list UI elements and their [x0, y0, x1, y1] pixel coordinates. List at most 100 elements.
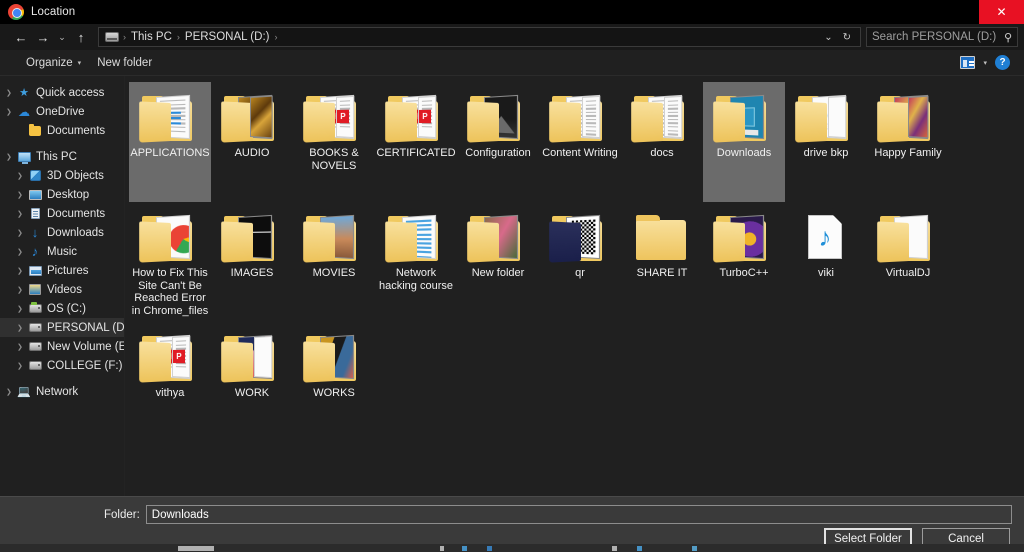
- forward-icon[interactable]: →: [32, 26, 54, 48]
- dialog-body: ❯★Quick access❯☁OneDrive Documents ❯ This P…: [0, 76, 1024, 496]
- expand-chevron-icon[interactable]: ❯: [6, 108, 17, 116]
- sidebar-item-videos[interactable]: ❯Videos: [0, 280, 124, 299]
- file-item[interactable]: Downloads: [703, 82, 785, 202]
- file-item[interactable]: Configuration: [457, 82, 539, 202]
- sidebar-item-label: Pictures: [47, 265, 89, 277]
- recent-locations-icon[interactable]: ⌄: [54, 26, 70, 48]
- expand-chevron-icon[interactable]: ❯: [17, 229, 28, 237]
- folder-icon: [220, 87, 284, 143]
- sidebar-item-personal-d[interactable]: ❯PERSONAL (D:): [0, 318, 124, 337]
- file-item[interactable]: WORK: [211, 322, 293, 442]
- expand-chevron-icon[interactable]: ❯: [17, 343, 28, 351]
- new-folder-button[interactable]: New folder: [89, 57, 160, 69]
- file-item[interactable]: MOVIES: [293, 202, 375, 322]
- sidebar-item-onedrive[interactable]: ❯☁OneDrive: [0, 102, 124, 121]
- search-input[interactable]: Search PERSONAL (D:) ⚲: [866, 27, 1018, 47]
- back-icon[interactable]: ←: [10, 26, 32, 48]
- breadcrumb-personal-d[interactable]: PERSONAL (D:): [181, 31, 274, 43]
- file-item[interactable]: TurboC++: [703, 202, 785, 322]
- file-item[interactable]: WORKS: [293, 322, 375, 442]
- folder-icon: ♪mp3: [794, 87, 858, 143]
- expand-chevron-icon[interactable]: ❯: [17, 305, 28, 313]
- refresh-icon[interactable]: ↻: [838, 32, 856, 43]
- sidebar-item-documents[interactable]: Documents: [0, 121, 124, 140]
- file-item[interactable]: PDFPBOOKS & NOVELS: [293, 82, 375, 202]
- file-item-label: Network hacking course: [376, 267, 456, 292]
- sidebar-item-this-pc[interactable]: ❯ This PC: [0, 147, 124, 166]
- expand-chevron-icon[interactable]: ❯: [17, 286, 28, 294]
- folder-icon: [876, 87, 940, 143]
- file-item[interactable]: Network hacking course: [375, 202, 457, 322]
- dialog-footer: Folder: Downloads Select Folder Cancel: [0, 496, 1024, 552]
- expand-chevron-icon[interactable]: ❯: [6, 89, 17, 97]
- file-item[interactable]: VirtualDJ: [867, 202, 949, 322]
- sidebar-item-college-f[interactable]: ❯COLLEGE (F:): [0, 356, 124, 375]
- sidebar-item-network[interactable]: ❯💻Network: [0, 382, 124, 401]
- sidebar-item-os-c[interactable]: ❯ OS (C:): [0, 299, 124, 318]
- sidebar-item-label: Documents: [47, 125, 105, 137]
- sidebar-item-label: Network: [36, 386, 78, 398]
- help-icon[interactable]: ?: [995, 55, 1010, 70]
- sidebar-item-pictures[interactable]: ❯ Pictures: [0, 261, 124, 280]
- folder-icon: [466, 87, 530, 143]
- folder-icon: [302, 207, 366, 263]
- file-item[interactable]: ♪viki: [785, 202, 867, 322]
- sidebar-item-downloads[interactable]: ❯↓Downloads: [0, 223, 124, 242]
- file-item[interactable]: PDFPCERTIFICATED: [375, 82, 457, 202]
- sidebar-item-3d-objects[interactable]: ❯3D Objects: [0, 166, 124, 185]
- address-bar[interactable]: › This PC › PERSONAL (D:) › ⌄ ↻: [98, 27, 861, 47]
- file-item[interactable]: qr: [539, 202, 621, 322]
- documents-icon: [28, 207, 42, 221]
- file-item[interactable]: Happy Family: [867, 82, 949, 202]
- sidebar-item-documents[interactable]: ❯Documents: [0, 204, 124, 223]
- expand-chevron-icon[interactable]: ❯: [17, 210, 28, 218]
- sidebar-item-music[interactable]: ❯♪Music: [0, 242, 124, 261]
- folder-name-input[interactable]: Downloads: [146, 505, 1012, 524]
- sidebar-item-desktop[interactable]: ❯Desktop: [0, 185, 124, 204]
- folder-icon: [876, 207, 940, 263]
- file-item[interactable]: How to Fix This Site Can't Be Reached Er…: [129, 202, 211, 322]
- expand-chevron-icon[interactable]: ❯: [17, 191, 28, 199]
- folder-label: Folder:: [104, 509, 140, 521]
- file-item[interactable]: PDFPvithya: [129, 322, 211, 442]
- file-item[interactable]: SHARE IT: [621, 202, 703, 322]
- file-item[interactable]: AUDIO: [211, 82, 293, 202]
- title-bar: Location ✕: [0, 0, 1024, 24]
- view-chevron-down-icon[interactable]: ▾: [983, 59, 987, 67]
- file-item-label: APPLICATIONS: [130, 147, 210, 160]
- drive-icon: [28, 321, 42, 335]
- file-item-label: CERTIFICATED: [376, 147, 456, 160]
- folder-icon: [548, 87, 612, 143]
- address-dropdown-icon[interactable]: ⌄: [819, 32, 837, 43]
- expand-chevron-icon[interactable]: ❯: [6, 153, 17, 161]
- navigation-bar: ← → ⌄ ↑ › This PC › PERSONAL (D:) › ⌄ ↻ …: [0, 24, 1024, 50]
- change-view-icon[interactable]: [960, 56, 975, 69]
- file-item-label: SHARE IT: [622, 267, 702, 280]
- file-item-label: Content Writing: [540, 147, 620, 160]
- expand-chevron-icon[interactable]: ❯: [17, 362, 28, 370]
- sidebar-item-label: OS (C:): [47, 303, 86, 315]
- file-item[interactable]: IMAGES: [211, 202, 293, 322]
- sidebar-item-new-volume-e[interactable]: ❯New Volume (E:): [0, 337, 124, 356]
- expand-chevron-icon[interactable]: ❯: [17, 248, 28, 256]
- file-item-label: Happy Family: [868, 147, 948, 160]
- file-item[interactable]: docs: [621, 82, 703, 202]
- file-list-pane[interactable]: APPLICATIONSAUDIOPDFPBOOKS & NOVELSPDFPC…: [125, 76, 1024, 496]
- sidebar-item-label: This PC: [36, 151, 77, 163]
- organize-button[interactable]: Organize ▾: [18, 57, 89, 69]
- sidebar-item-label: Quick access: [36, 87, 104, 99]
- folder-icon: PDFP: [138, 327, 202, 383]
- file-item[interactable]: New folder: [457, 202, 539, 322]
- up-icon[interactable]: ↑: [70, 26, 92, 48]
- sidebar-item-quick-access[interactable]: ❯★Quick access: [0, 83, 124, 102]
- expand-chevron-icon[interactable]: ❯: [17, 172, 28, 180]
- drive-os-icon: [28, 302, 42, 316]
- expand-chevron-icon[interactable]: ❯: [17, 324, 28, 332]
- expand-chevron-icon[interactable]: ❯: [17, 267, 28, 275]
- breadcrumb-this-pc[interactable]: This PC: [127, 31, 176, 43]
- file-item[interactable]: ♪mp3drive bkp: [785, 82, 867, 202]
- file-item[interactable]: Content Writing: [539, 82, 621, 202]
- close-button[interactable]: ✕: [979, 0, 1024, 24]
- file-item[interactable]: APPLICATIONS: [129, 82, 211, 202]
- expand-chevron-icon[interactable]: ❯: [6, 388, 17, 396]
